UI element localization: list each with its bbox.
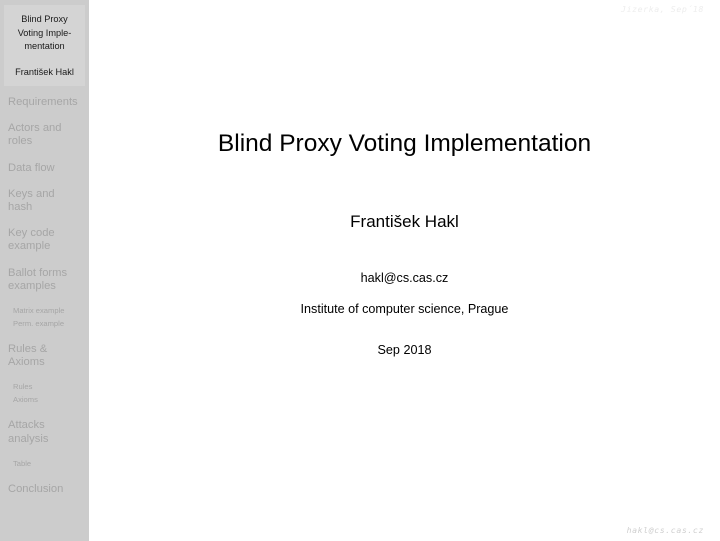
slide-footline-text: hakl@cs.cas.cz: [626, 525, 704, 535]
presentation-date: Sep 2018: [377, 343, 432, 357]
slide-main-content: Blind Proxy Voting Implementation Franti…: [89, 0, 720, 541]
sidebar-subitem-table[interactable]: Table: [0, 459, 89, 469]
sidebar-deck-title: Blind Proxy Voting Imple- mentation: [17, 14, 72, 51]
presentation-author: František Hakl: [350, 212, 459, 231]
presentation-slide: Blind Proxy Voting Imple- mentation Fran…: [0, 0, 720, 541]
sidebar-item-requirements[interactable]: Requirements: [0, 96, 89, 109]
sidebar-item-conclusion[interactable]: Conclusion: [0, 483, 89, 496]
sidebar-subitem-rules[interactable]: Rules: [0, 382, 89, 392]
sidebar-subitem-matrix-example[interactable]: Matrix example: [0, 306, 89, 316]
sidebar-author: František Hakl: [15, 66, 74, 77]
sidebar-item-ballot-forms-examples[interactable]: Ballot forms examples: [0, 267, 89, 293]
sidebar-item-actors-and-roles[interactable]: Actors and roles: [0, 122, 89, 148]
sidebar-title-block: Blind Proxy Voting Imple- mentation Fran…: [4, 5, 85, 86]
sidebar-navigation: Blind Proxy Voting Imple- mentation Fran…: [0, 0, 89, 541]
sidebar-item-data-flow[interactable]: Data flow: [0, 162, 89, 175]
sidebar-subitem-perm-example[interactable]: Perm. example: [0, 319, 89, 329]
sidebar-item-rules-and-axioms[interactable]: Rules & Axioms: [0, 343, 89, 369]
page-title: Blind Proxy Voting Implementation: [217, 130, 592, 157]
presentation-institute: Institute of computer science, Prague: [300, 302, 509, 316]
presentation-email: hakl@cs.cas.cz: [360, 271, 449, 285]
sidebar-item-key-code-example[interactable]: Key code example: [0, 227, 89, 253]
sidebar-subitem-axioms[interactable]: Axioms: [0, 395, 89, 405]
sidebar-table-of-contents: Requirements Actors and roles Data flow …: [0, 96, 89, 509]
sidebar-item-attacks-analysis[interactable]: Attacks analysis: [0, 419, 89, 445]
sidebar-item-keys-and-hash[interactable]: Keys and hash: [0, 188, 89, 214]
